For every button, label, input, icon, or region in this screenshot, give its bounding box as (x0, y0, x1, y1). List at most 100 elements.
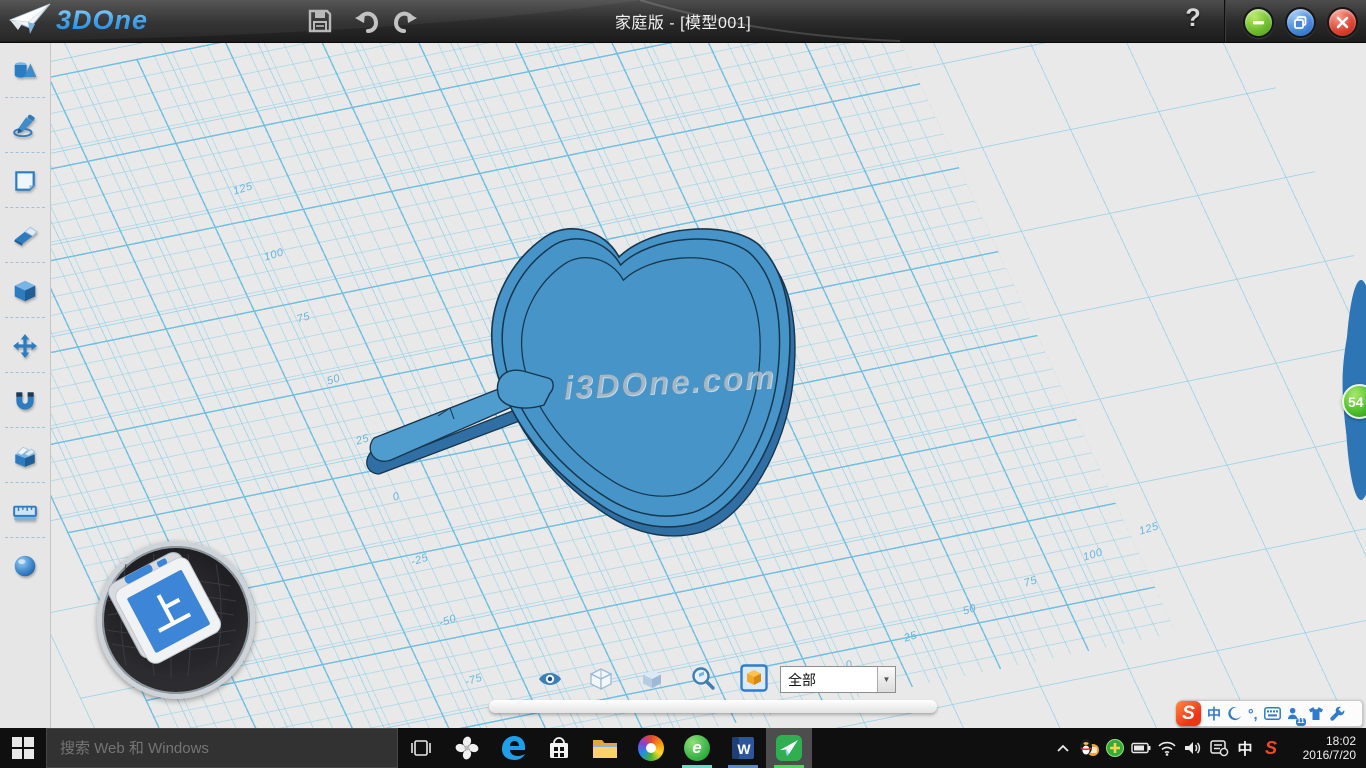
sogou-input-bar: S 中 °, 11 (1179, 700, 1363, 727)
restore-icon (1293, 15, 1308, 30)
battery-icon[interactable] (1128, 728, 1154, 768)
redo-icon (392, 8, 420, 34)
wireframe-mode-button[interactable] (586, 664, 616, 694)
sidebar-item-sketch-draw[interactable] (0, 98, 50, 153)
clock-time: 18:02 (1284, 734, 1356, 748)
undo-button[interactable] (350, 6, 382, 36)
action-center-icon[interactable] (1206, 728, 1232, 768)
sidebar-item-magnet[interactable] (0, 373, 50, 428)
taskbar-app-3done[interactable] (766, 728, 812, 768)
zoom-button[interactable] (688, 664, 718, 694)
windows-logo-icon (12, 737, 34, 759)
save-button[interactable] (304, 6, 336, 36)
brand-name: 3DOne (56, 5, 148, 36)
primitives-icon (12, 58, 38, 84)
minimize-button[interactable] (1243, 7, 1274, 38)
sogou-logo[interactable]: S (1176, 701, 1201, 726)
clock-date: 2016/7/20 (1284, 748, 1356, 762)
night-moon-icon[interactable] (1227, 701, 1242, 726)
eye-icon (537, 669, 563, 689)
taskbar-search-box[interactable] (46, 728, 398, 768)
3d-viewport[interactable]: 1251007550250-25-50-750255075100125 (51, 43, 1366, 728)
taskbar-app-edge[interactable] (490, 728, 536, 768)
sidebar-item-move[interactable] (0, 318, 50, 373)
sogou-tray-icon[interactable]: S (1258, 728, 1284, 768)
shaded-mode-button[interactable] (637, 664, 667, 694)
wireframe-cube-icon (589, 667, 613, 691)
move-arrows-icon (12, 333, 38, 359)
taskbar-app-pinwheel-browser[interactable] (444, 728, 490, 768)
deform-eraser-icon (12, 223, 38, 249)
sidebar-item-measure[interactable] (0, 483, 50, 538)
3done-plane-icon (775, 734, 803, 762)
qq-penguin-icon[interactable] (1076, 728, 1102, 768)
view-cube-icon: 上 (102, 546, 240, 684)
360-colorwheel-icon (638, 735, 664, 761)
sidebar-item-deform[interactable] (0, 208, 50, 263)
paper-plane-icon (8, 2, 52, 38)
task-view-button[interactable] (398, 728, 444, 768)
help-button[interactable]: ? (1178, 4, 1208, 38)
view-cube[interactable]: 上 (97, 541, 255, 699)
visibility-eye-button[interactable] (535, 664, 565, 694)
titlebar-swoosh (0, 0, 1366, 42)
svg-text:W: W (737, 741, 751, 757)
system-tray: 中 S 18:02 2016/7/20 (1050, 728, 1366, 768)
volume-icon[interactable] (1180, 728, 1206, 768)
punctuation-button[interactable]: °, (1248, 701, 1258, 726)
help-label: ? (1185, 4, 1200, 32)
tool-sidebar (0, 43, 51, 728)
taskbar-app-file-explorer[interactable] (582, 728, 628, 768)
sidebar-item-combine[interactable] (0, 428, 50, 483)
close-button[interactable] (1327, 7, 1358, 38)
360-green-plus-icon[interactable] (1102, 728, 1128, 768)
minimize-icon (1251, 15, 1266, 30)
save-icon (307, 8, 333, 34)
sketch-edit-icon (12, 168, 38, 194)
sidebar-item-sketch-edit[interactable] (0, 153, 50, 208)
taskbar-app-store[interactable] (536, 728, 582, 768)
chinese-mode-button[interactable]: 中 (1207, 701, 1221, 726)
magnet-icon (12, 388, 38, 414)
ime-label: 中 (1237, 738, 1252, 759)
taskbar-app-360-safety[interactable] (628, 728, 674, 768)
user-count-badge: 11 (1296, 718, 1305, 726)
display-filter-value: 全部 (781, 670, 877, 690)
file-explorer-icon (591, 736, 619, 760)
zoom-magnifier-icon (690, 666, 716, 692)
soft-keyboard-icon[interactable] (1264, 701, 1281, 726)
taskbar-clock[interactable]: 18:02 2016/7/20 (1284, 734, 1366, 762)
sidebar-item-solid-feature[interactable] (0, 263, 50, 318)
show-all-button[interactable] (739, 663, 769, 693)
app-logo: 3DOne (8, 2, 148, 38)
restore-button[interactable] (1285, 7, 1316, 38)
sidebar-item-material[interactable] (0, 538, 50, 593)
ime-language-indicator[interactable]: 中 (1232, 728, 1258, 768)
user-count-icon[interactable]: 11 (1287, 701, 1302, 726)
task-view-icon (409, 738, 433, 758)
shaded-cube-icon (640, 667, 664, 691)
wifi-icon[interactable] (1154, 728, 1180, 768)
show-all-cube-icon (740, 664, 768, 692)
display-filter-select[interactable]: 全部 ▼ (780, 666, 896, 693)
cube-icon (12, 278, 38, 304)
close-icon (1335, 15, 1350, 30)
settings-wrench-icon[interactable] (1330, 701, 1345, 726)
word-icon: W (730, 735, 756, 761)
sketch-pen-icon (12, 113, 38, 139)
windows-store-icon (546, 735, 572, 761)
titlebar-divider (1224, 0, 1225, 42)
horizontal-scrollbar[interactable] (489, 700, 937, 713)
dropdown-arrow-icon[interactable]: ▼ (877, 667, 895, 692)
search-input[interactable] (47, 739, 397, 758)
taskbar-app-word[interactable]: W (720, 728, 766, 768)
start-button[interactable] (0, 728, 46, 768)
green-browser-icon: e (684, 735, 710, 761)
taskbar-app-green-browser[interactable]: e (674, 728, 720, 768)
skin-shirt-icon[interactable] (1308, 701, 1324, 726)
titlebar: 3DOne 家庭版 - [模型001] ? (0, 0, 1366, 43)
sidebar-item-primitives[interactable] (0, 43, 50, 98)
pinwheel-browser-icon (454, 735, 480, 761)
redo-button[interactable] (390, 6, 422, 36)
tray-expand-chevron[interactable] (1050, 728, 1076, 768)
